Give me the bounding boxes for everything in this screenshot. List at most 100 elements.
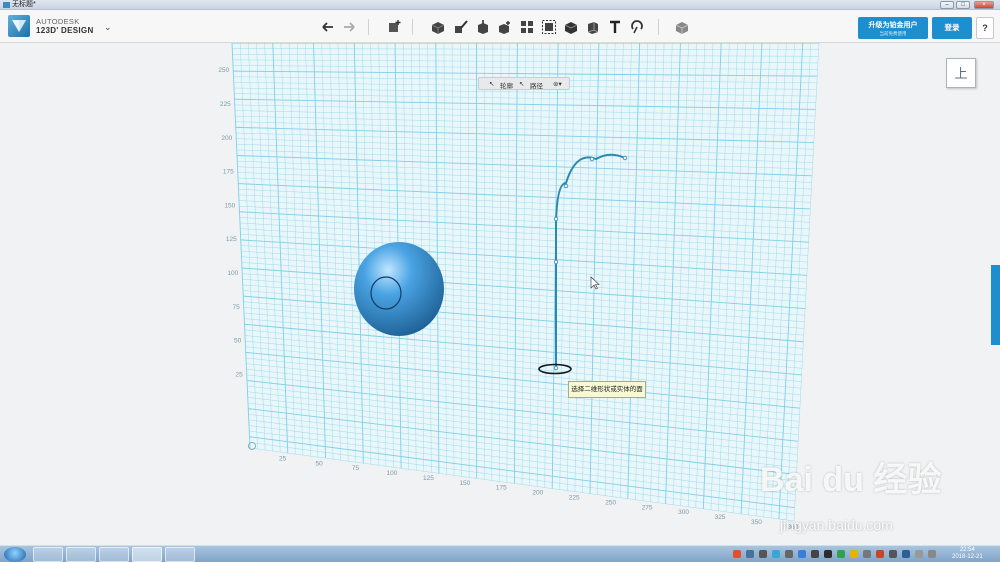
tray-app-icon[interactable] xyxy=(811,550,819,558)
brand-line1: AUTODESK xyxy=(36,17,80,26)
axis-tick-label: 200 xyxy=(532,490,543,497)
path-control-point[interactable] xyxy=(563,183,569,189)
tray-app-icon[interactable] xyxy=(746,550,754,558)
measure-icon[interactable] xyxy=(585,19,601,35)
app-logo[interactable] xyxy=(8,15,30,37)
tray-app-icon[interactable] xyxy=(772,550,780,558)
tray-app-icon[interactable] xyxy=(824,550,832,558)
upgrade-button[interactable]: 升级为铂金用户 当前免费使用 xyxy=(858,17,928,39)
axis-tick-label: 300 xyxy=(678,509,689,516)
upgrade-label: 升级为铂金用户 xyxy=(868,22,918,29)
cursor-icon: ↖ xyxy=(489,81,495,88)
axis-tick-label: 250 xyxy=(218,67,229,74)
add-primitive-icon[interactable] xyxy=(386,19,402,35)
maximize-button[interactable]: □ xyxy=(956,1,970,9)
window-title: 无标题* xyxy=(12,1,36,8)
app-menu-chevron-icon[interactable]: ⌄ xyxy=(104,22,112,33)
upgrade-sublabel: 当前免费使用 xyxy=(879,31,907,36)
app-icon xyxy=(3,2,10,8)
modify-icon[interactable] xyxy=(497,19,513,35)
tray-app-icon[interactable] xyxy=(798,550,806,558)
baidu-watermark-url: jingyan.baidu.com xyxy=(780,517,893,533)
axis-tick-label: 225 xyxy=(220,101,231,108)
minimize-button[interactable]: – xyxy=(940,1,954,9)
clock-time: 22:54 xyxy=(959,547,975,553)
tray-app-icon[interactable] xyxy=(876,550,884,558)
help-button[interactable]: ? xyxy=(976,17,994,39)
network-icon[interactable] xyxy=(889,550,897,558)
axis-tick-label: 50 xyxy=(315,460,323,467)
axis-tick-label: 250 xyxy=(605,499,616,506)
brand-line2: 123D' DESIGN xyxy=(36,26,94,35)
path-control-point[interactable] xyxy=(622,155,628,161)
keyboard-icon[interactable] xyxy=(928,550,936,558)
ie-icon[interactable] xyxy=(33,547,63,562)
start-button[interactable] xyxy=(4,547,26,562)
baidu-watermark-logo: Bai du 经验 xyxy=(760,461,942,499)
axis-tick-label: 100 xyxy=(387,470,398,477)
profile-option[interactable]: 轮廓 xyxy=(500,80,513,90)
snap-icon[interactable] xyxy=(629,19,645,35)
axis-tick-label: 125 xyxy=(423,475,434,482)
path-option[interactable]: 路径 xyxy=(530,80,543,90)
media-player-icon[interactable] xyxy=(66,547,96,562)
path-control-point[interactable] xyxy=(553,259,559,265)
axis-tick-label: 175 xyxy=(496,485,507,492)
group-icon[interactable] xyxy=(541,19,557,35)
text-icon[interactable] xyxy=(607,19,623,35)
axis-tick-label: 125 xyxy=(226,236,237,243)
flag-icon[interactable] xyxy=(915,550,923,558)
path-control-point[interactable] xyxy=(553,216,559,222)
tray-app-icon[interactable] xyxy=(759,550,767,558)
primitives-icon[interactable] xyxy=(430,19,446,35)
tray-app-icon[interactable] xyxy=(785,550,793,558)
axis-tick-label: 50 xyxy=(234,338,242,345)
redo-icon[interactable] xyxy=(341,19,357,35)
sketch-mode-toolbar: ↖ 轮廓 ↖ 路径 ⊚▾ xyxy=(478,77,570,90)
film-icon[interactable] xyxy=(165,547,195,562)
toolbar-separator xyxy=(658,19,659,35)
axis-tick-label: 75 xyxy=(232,304,240,311)
axis-tick-label: 25 xyxy=(235,371,243,378)
logo-icon xyxy=(12,20,26,32)
app-window: 无标题* – □ × AUTODESK 123D' DESIGN ⌄ 升级为铂金… xyxy=(0,0,1000,562)
axis-tick-label: 325 xyxy=(715,514,726,521)
tray-app-icon[interactable] xyxy=(850,550,858,558)
tray-app-icon[interactable] xyxy=(863,550,871,558)
close-button[interactable]: × xyxy=(974,1,994,9)
selection-tooltip: 选择二维形状或实体的面 xyxy=(568,381,646,398)
system-clock[interactable]: 22:54 2018-12-21 xyxy=(952,547,983,561)
title-bar: 无标题* – □ × xyxy=(0,0,1000,10)
clock-date: 2018-12-21 xyxy=(952,554,983,560)
view-cube[interactable]: 上 xyxy=(946,58,976,88)
axis-tick-label: 75 xyxy=(352,465,360,472)
sketch-icon[interactable] xyxy=(453,19,469,35)
axis-tick-label: 25 xyxy=(279,455,287,462)
volume-icon[interactable] xyxy=(902,550,910,558)
path-control-point[interactable] xyxy=(553,365,559,371)
settings-icon[interactable]: ⊚▾ xyxy=(553,80,562,88)
material-icon[interactable] xyxy=(674,19,690,35)
pattern-icon[interactable] xyxy=(519,19,535,35)
tray-app-icon[interactable] xyxy=(837,550,845,558)
axis-tick-label: 150 xyxy=(224,202,235,209)
axis-tick-label: 100 xyxy=(227,270,238,277)
undo-icon[interactable] xyxy=(320,19,336,35)
login-button[interactable]: 登录 xyxy=(932,17,972,39)
axis-tick-label: 175 xyxy=(223,169,234,176)
tray-app-icon[interactable] xyxy=(733,550,741,558)
axis-tick-label: 350 xyxy=(751,519,762,526)
cursor-icon: ↖ xyxy=(519,81,525,88)
main-toolbar: AUTODESK 123D' DESIGN ⌄ 升级为铂金用户 当前免费使用 登… xyxy=(0,10,1000,43)
toolbar-separator xyxy=(412,19,413,35)
axis-tick-label: 200 xyxy=(221,135,232,142)
axis-tick-label: 150 xyxy=(459,480,470,487)
path-control-point[interactable] xyxy=(589,156,595,162)
wechat-icon[interactable] xyxy=(99,547,129,562)
side-panel-tab[interactable] xyxy=(991,265,1000,345)
construct-icon[interactable] xyxy=(475,19,491,35)
view-cube-face[interactable]: 上 xyxy=(954,66,967,81)
sphere-solid[interactable] xyxy=(354,242,444,336)
123d-design-icon[interactable] xyxy=(132,547,162,562)
combine-icon[interactable] xyxy=(563,19,579,35)
